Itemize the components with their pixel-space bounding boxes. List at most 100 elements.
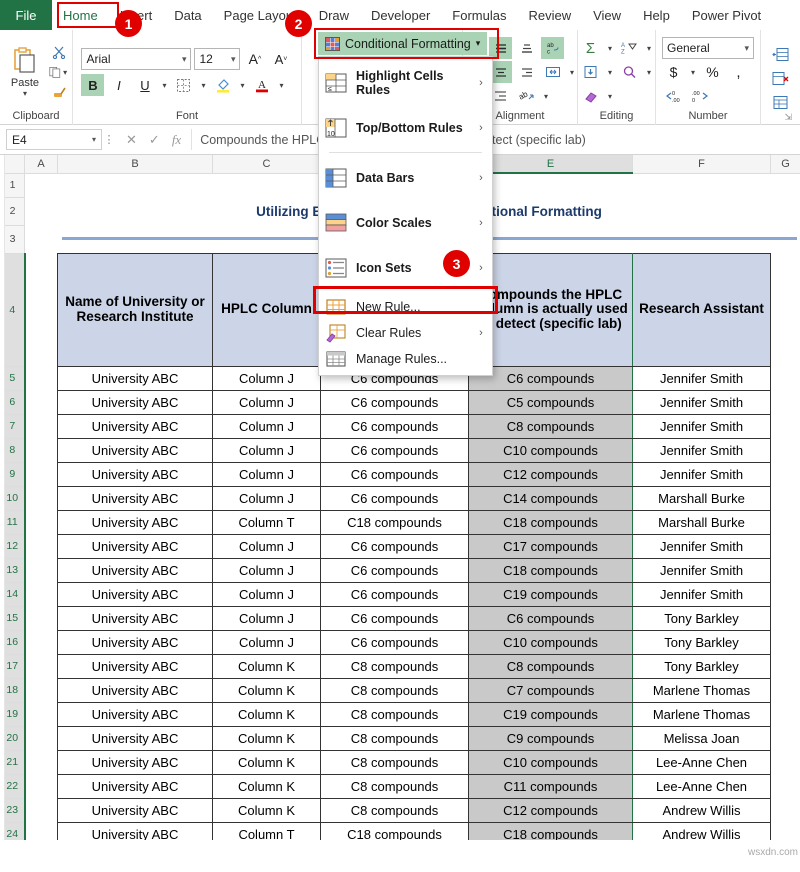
cell-hplc-column-12[interactable]: Column J bbox=[213, 534, 321, 558]
format-painter-button[interactable] bbox=[49, 83, 69, 101]
cell-research-assistant-17[interactable]: Tony Barkley bbox=[633, 654, 771, 678]
cell-university-11[interactable]: University ABC bbox=[58, 510, 213, 534]
cell-actually-detects-5[interactable]: C6 compounds bbox=[469, 366, 633, 390]
cell-hplc-column-6[interactable]: Column J bbox=[213, 390, 321, 414]
menu-item-highlight-cells-rules[interactable]: ≤ Highlight Cells Rules › bbox=[319, 60, 492, 105]
cell-G1[interactable] bbox=[771, 173, 800, 197]
tab-help[interactable]: Help bbox=[632, 0, 681, 30]
cell-research-assistant-16[interactable]: Tony Barkley bbox=[633, 630, 771, 654]
delete-cells-button[interactable] bbox=[769, 67, 792, 89]
sort-and-filter-button[interactable]: A Z bbox=[618, 37, 641, 59]
cell-university-18[interactable]: University ABC bbox=[58, 678, 213, 702]
cell-hplc-column-15[interactable]: Column J bbox=[213, 606, 321, 630]
cell-G18[interactable] bbox=[771, 678, 800, 702]
cell-research-assistant-13[interactable]: Jennifer Smith bbox=[633, 558, 771, 582]
orientation-button[interactable]: ab bbox=[515, 85, 538, 107]
cell-used-to-detect-8[interactable]: C6 compounds bbox=[321, 438, 469, 462]
cell-university-9[interactable]: University ABC bbox=[58, 462, 213, 486]
cell-hplc-column-5[interactable]: Column J bbox=[213, 366, 321, 390]
cell-hplc-column-7[interactable]: Column J bbox=[213, 414, 321, 438]
cell-hplc-column-8[interactable]: Column J bbox=[213, 438, 321, 462]
column-header-G[interactable]: G bbox=[771, 155, 800, 173]
cell-used-to-detect-9[interactable]: C6 compounds bbox=[321, 462, 469, 486]
cell-B1[interactable] bbox=[58, 173, 213, 197]
cell-G4[interactable] bbox=[771, 253, 800, 366]
insert-function-icon[interactable]: fx bbox=[172, 132, 181, 148]
clear-button[interactable] bbox=[579, 85, 602, 107]
paste-chevron-down-icon[interactable]: ▾ bbox=[20, 89, 30, 98]
cell-actually-detects-13[interactable]: C18 compounds bbox=[469, 558, 633, 582]
cell-E1[interactable] bbox=[469, 173, 633, 197]
cell-G6[interactable] bbox=[771, 390, 800, 414]
cell-actually-detects-21[interactable]: C10 compounds bbox=[469, 750, 633, 774]
cell-used-to-detect-23[interactable]: C8 compounds bbox=[321, 798, 469, 822]
increase-font-size-button[interactable]: A^ bbox=[243, 48, 266, 70]
cell-university-22[interactable]: University ABC bbox=[58, 774, 213, 798]
cell-hplc-column-21[interactable]: Column K bbox=[213, 750, 321, 774]
cell-G17[interactable] bbox=[771, 654, 800, 678]
formula-input[interactable]: Compounds the HPLC Column is actually us… bbox=[191, 129, 800, 150]
cell-G21[interactable] bbox=[771, 750, 800, 774]
menu-item-color-scales[interactable]: Color Scales › bbox=[319, 200, 492, 245]
cell-actually-detects-18[interactable]: C7 compounds bbox=[469, 678, 633, 702]
cell-hplc-column-23[interactable]: Column K bbox=[213, 798, 321, 822]
cell-research-assistant-12[interactable]: Jennifer Smith bbox=[633, 534, 771, 558]
cell-used-to-detect-6[interactable]: C6 compounds bbox=[321, 390, 469, 414]
borders-chevron-down-icon[interactable]: ▾ bbox=[198, 81, 208, 90]
cell-used-to-detect-19[interactable]: C8 compounds bbox=[321, 702, 469, 726]
cell-actually-detects-8[interactable]: C10 compounds bbox=[469, 438, 633, 462]
cell-hplc-column-24[interactable]: Column T bbox=[213, 822, 321, 840]
cell-G10[interactable] bbox=[771, 486, 800, 510]
cell-university-13[interactable]: University ABC bbox=[58, 558, 213, 582]
cell-G9[interactable] bbox=[771, 462, 800, 486]
conditional-formatting-button[interactable]: Conditional Formatting ▾ bbox=[318, 32, 487, 55]
cell-actually-detects-15[interactable]: C6 compounds bbox=[469, 606, 633, 630]
cell-G23[interactable] bbox=[771, 798, 800, 822]
cell-hplc-column-22[interactable]: Column K bbox=[213, 774, 321, 798]
cut-button[interactable] bbox=[49, 43, 69, 61]
cell-university-23[interactable]: University ABC bbox=[58, 798, 213, 822]
italic-button[interactable]: I bbox=[107, 74, 130, 96]
bold-button[interactable]: B bbox=[81, 74, 104, 96]
font-name-chevron-down-icon[interactable]: ▾ bbox=[182, 54, 187, 65]
cell-used-to-detect-14[interactable]: C6 compounds bbox=[321, 582, 469, 606]
tab-data[interactable]: Data bbox=[163, 0, 212, 30]
cell-used-to-detect-7[interactable]: C6 compounds bbox=[321, 414, 469, 438]
column-header-C[interactable]: C bbox=[213, 155, 321, 173]
tab-power-pivot[interactable]: Power Pivot bbox=[681, 0, 772, 30]
insert-cells-button[interactable] bbox=[769, 43, 792, 65]
cell-university-17[interactable]: University ABC bbox=[58, 654, 213, 678]
cell-G20[interactable] bbox=[771, 726, 800, 750]
cell-research-assistant-6[interactable]: Jennifer Smith bbox=[633, 390, 771, 414]
menu-item-top-bottom-rules[interactable]: 10 Top/Bottom Rules › bbox=[319, 105, 492, 150]
cell-hplc-column-9[interactable]: Column J bbox=[213, 462, 321, 486]
underline-chevron-down-icon[interactable]: ▾ bbox=[159, 81, 169, 90]
cell-G5[interactable] bbox=[771, 366, 800, 390]
font-size-input[interactable]: 12 ▾ bbox=[194, 48, 240, 70]
cell-actually-detects-19[interactable]: C19 compounds bbox=[469, 702, 633, 726]
cell-G8[interactable] bbox=[771, 438, 800, 462]
name-box[interactable]: E4 ▾ bbox=[6, 129, 102, 150]
cell-hplc-column-10[interactable]: Column J bbox=[213, 486, 321, 510]
format-cells-button[interactable] bbox=[769, 91, 792, 113]
cell-hplc-column-16[interactable]: Column J bbox=[213, 630, 321, 654]
cell-F1[interactable] bbox=[633, 173, 771, 197]
font-color-chevron-down-icon[interactable]: ▾ bbox=[276, 81, 286, 90]
cell-actually-detects-22[interactable]: C11 compounds bbox=[469, 774, 633, 798]
cell-used-to-detect-17[interactable]: C8 compounds bbox=[321, 654, 469, 678]
cell-research-assistant-23[interactable]: Andrew Willis bbox=[633, 798, 771, 822]
underline-button[interactable]: U bbox=[133, 74, 156, 96]
font-color-button[interactable]: A bbox=[250, 74, 273, 96]
cell-used-to-detect-11[interactable]: C18 compounds bbox=[321, 510, 469, 534]
cell-research-assistant-24[interactable]: Andrew Willis bbox=[633, 822, 771, 840]
number-format-select[interactable]: General ▾ bbox=[662, 37, 754, 59]
tab-draw[interactable]: Draw bbox=[308, 0, 360, 30]
cell-research-assistant-19[interactable]: Marlene Thomas bbox=[633, 702, 771, 726]
autosum-chevron-down-icon[interactable]: ▾ bbox=[605, 44, 615, 53]
cell-used-to-detect-15[interactable]: C6 compounds bbox=[321, 606, 469, 630]
accounting-format-button[interactable]: $ bbox=[662, 61, 685, 83]
cell-C1[interactable] bbox=[213, 173, 321, 197]
tab-review[interactable]: Review bbox=[517, 0, 582, 30]
cell-actually-detects-24[interactable]: C18 compounds bbox=[469, 822, 633, 840]
cell-actually-detects-10[interactable]: C14 compounds bbox=[469, 486, 633, 510]
